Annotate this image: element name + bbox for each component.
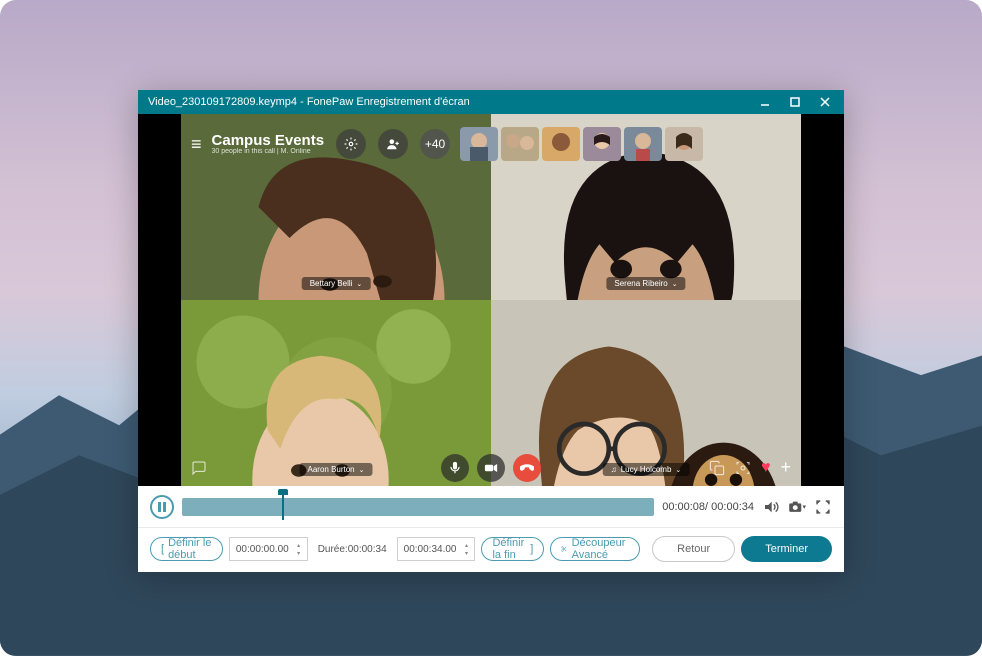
spinner-down[interactable]: ▾ xyxy=(293,549,305,557)
minimize-button[interactable] xyxy=(750,90,780,114)
trim-controls: [ Définir le début 00:00:00.00 ▴▾ Durée:… xyxy=(138,528,844,570)
volume-icon[interactable] xyxy=(762,498,780,516)
channel-subtitle: 30 people in this call | M. Online xyxy=(212,148,325,155)
thumbnail[interactable] xyxy=(665,127,703,161)
maximize-button[interactable] xyxy=(780,90,810,114)
playback-controls: 00:00:08/ 00:00:34 ▾ xyxy=(138,486,844,528)
timeline-scrubber[interactable] xyxy=(182,498,654,516)
microphone-button[interactable] xyxy=(441,454,469,482)
close-button[interactable] xyxy=(810,90,840,114)
app-window: Video_230109172809.keymp4 - FonePaw Enre… xyxy=(138,90,844,572)
finish-button[interactable]: Terminer xyxy=(741,536,832,562)
pause-button[interactable] xyxy=(150,495,174,519)
focus-icon[interactable] xyxy=(735,460,751,476)
channel-title: Campus Events xyxy=(212,133,325,148)
playhead[interactable] xyxy=(282,494,284,520)
spinner-up[interactable]: ▴ xyxy=(293,541,305,549)
thumbnail[interactable] xyxy=(501,127,539,161)
time-display: 00:00:08/ 00:00:34 xyxy=(662,501,754,513)
hamburger-icon[interactable]: ≡ xyxy=(191,134,202,155)
fullscreen-icon[interactable] xyxy=(814,498,832,516)
set-end-button[interactable]: Définir la fin ] xyxy=(481,537,544,561)
thumbnail[interactable] xyxy=(542,127,580,161)
copy-icon[interactable] xyxy=(709,460,725,476)
set-start-button[interactable]: [ Définir le début xyxy=(150,537,223,561)
window-title: Video_230109172809.keymp4 - FonePaw Enre… xyxy=(148,96,470,108)
channel-title-box: Campus Events 30 people in this call | M… xyxy=(212,133,325,155)
chat-icon[interactable] xyxy=(191,460,207,476)
end-time-input[interactable]: 00:00:34.00 ▴▾ xyxy=(397,537,476,561)
snapshot-icon[interactable]: ▾ xyxy=(788,498,806,516)
thumbnail[interactable] xyxy=(583,127,621,161)
titlebar[interactable]: Video_230109172809.keymp4 - FonePaw Enre… xyxy=(138,90,844,114)
advanced-cutter-button[interactable]: Découpeur Avancé xyxy=(550,537,640,561)
add-person-icon[interactable] xyxy=(378,129,408,159)
start-time-input[interactable]: 00:00:00.00 ▴▾ xyxy=(229,537,308,561)
video-content: Bettary Belli⌄ Serena Ribeiro⌄ Aaron Bur… xyxy=(181,114,801,486)
back-button[interactable]: Retour xyxy=(652,536,735,562)
settings-icon[interactable] xyxy=(336,129,366,159)
spinner-down[interactable]: ▾ xyxy=(460,549,472,557)
overflow-count[interactable]: +40 xyxy=(420,129,450,159)
participant-name-tag: Serena Ribeiro⌄ xyxy=(606,277,685,290)
thumbnail[interactable] xyxy=(460,127,498,161)
spinner-up[interactable]: ▴ xyxy=(460,541,472,549)
end-call-button[interactable] xyxy=(513,454,541,482)
thumbnail[interactable] xyxy=(624,127,662,161)
participant-thumbnails xyxy=(460,127,703,161)
participant-name-tag: Bettary Belli⌄ xyxy=(302,277,371,290)
plus-icon[interactable]: + xyxy=(780,457,791,478)
duration-label: Durée:00:00:34 xyxy=(314,544,391,555)
camera-button[interactable] xyxy=(477,454,505,482)
heart-icon[interactable]: ♥ xyxy=(761,459,771,477)
video-preview-area: Bettary Belli⌄ Serena Ribeiro⌄ Aaron Bur… xyxy=(138,114,844,486)
